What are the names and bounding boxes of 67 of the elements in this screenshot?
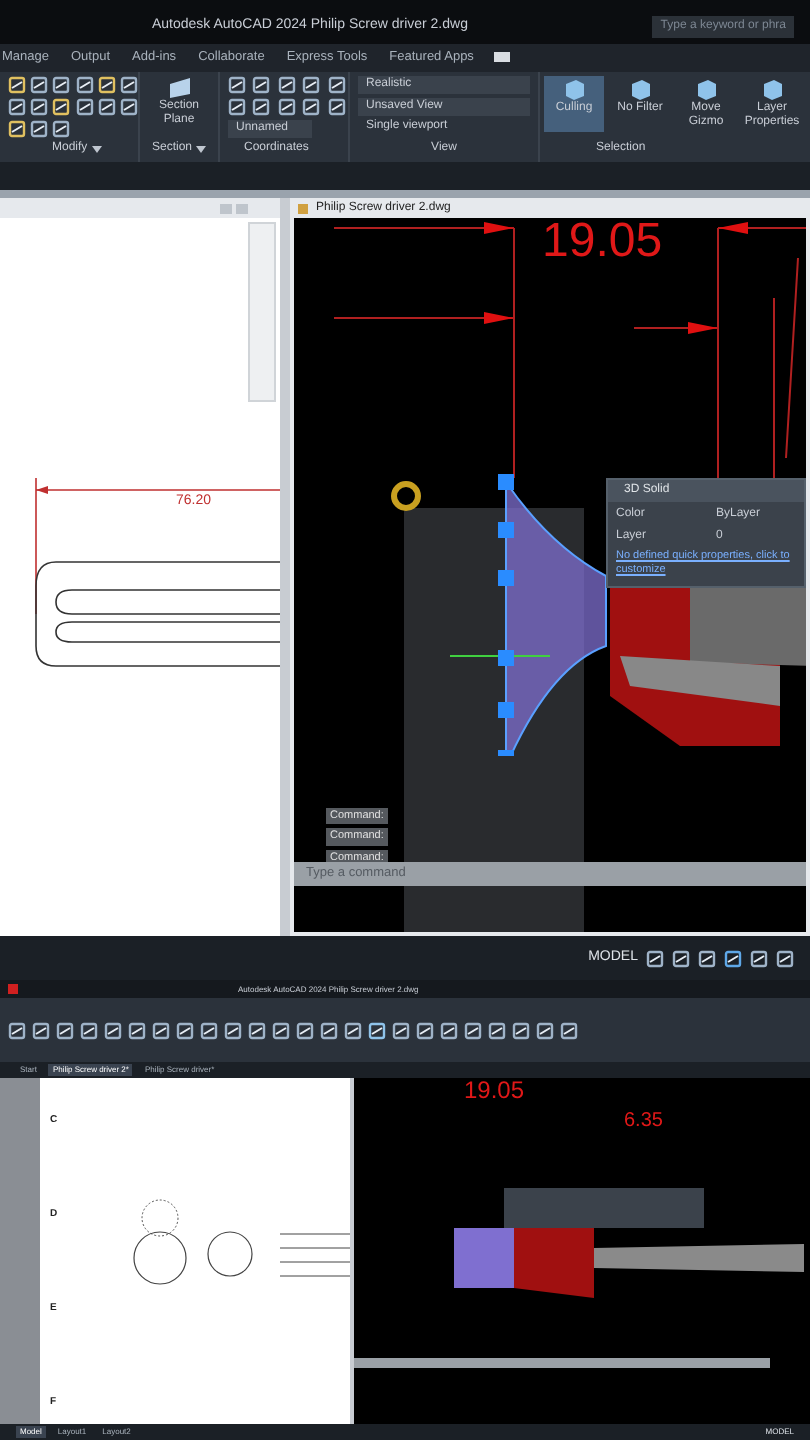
tool-icon[interactable] [646, 949, 664, 968]
tool-icon[interactable] [750, 949, 768, 968]
tool-icon[interactable] [368, 1021, 386, 1039]
tool-icon[interactable] [80, 1021, 98, 1039]
tool-icon[interactable] [119, 75, 138, 94]
tool-icon[interactable] [97, 97, 116, 116]
scrollbar[interactable] [248, 222, 276, 403]
tool-icon[interactable] [176, 1021, 194, 1039]
tool-icon[interactable] [52, 97, 71, 116]
caret-icon [196, 145, 206, 154]
tool-icon[interactable] [277, 97, 296, 116]
tool-icon[interactable] [698, 949, 716, 968]
tool-icon[interactable] [320, 1021, 338, 1039]
dimension-text: 19.05 [542, 218, 663, 267]
tool-icon[interactable] [52, 75, 71, 94]
tool-icon[interactable] [272, 1021, 290, 1039]
tool-icon[interactable] [344, 1021, 362, 1039]
tool-icon[interactable] [302, 75, 321, 94]
tool-icon[interactable] [128, 1021, 146, 1039]
tool-icon[interactable] [536, 1021, 554, 1039]
file-icon [298, 203, 308, 214]
tool-icon[interactable] [327, 75, 346, 94]
tool-icon[interactable] [296, 1021, 314, 1039]
tool-icon[interactable] [30, 97, 49, 116]
tool-icon[interactable] [672, 949, 690, 968]
tool-icon[interactable] [52, 119, 71, 138]
tool-icon[interactable] [200, 1021, 218, 1039]
tool-icon[interactable] [327, 97, 346, 116]
tool-icon[interactable] [416, 1021, 434, 1039]
tool-icon[interactable] [32, 1021, 50, 1039]
tool-icon[interactable] [30, 75, 49, 94]
tool-icon[interactable] [119, 97, 138, 116]
cube-icon [562, 77, 586, 102]
cube-icon [628, 77, 652, 102]
tool-icon[interactable] [8, 75, 26, 94]
tool-icon[interactable] [104, 1021, 122, 1039]
ribbon-menu-icon[interactable] [493, 52, 510, 63]
tool-icon[interactable] [56, 1021, 74, 1039]
tool-icon[interactable] [252, 75, 271, 94]
tool-icon[interactable] [75, 75, 93, 94]
tool-icon[interactable] [8, 119, 26, 138]
tool-icon[interactable] [224, 1021, 242, 1039]
caret-icon [91, 145, 102, 154]
tool-icon[interactable] [560, 1021, 578, 1039]
tool-icon[interactable] [228, 75, 246, 94]
tool-icon[interactable] [8, 1021, 26, 1039]
tool-icon[interactable] [97, 75, 116, 94]
tool-icon[interactable] [392, 1021, 410, 1039]
tool-icon[interactable] [8, 97, 26, 116]
tool-icon[interactable] [248, 1021, 266, 1039]
tool-icon[interactable] [302, 97, 321, 116]
tool-icon[interactable] [724, 949, 742, 968]
tool-icon[interactable] [152, 1021, 170, 1039]
tool-icon[interactable] [440, 1021, 458, 1039]
tool-icon[interactable] [464, 1021, 482, 1039]
dimension-text: 6.35 [624, 1108, 663, 1136]
tool-icon[interactable] [488, 1021, 506, 1039]
tool-icon[interactable] [512, 1021, 530, 1039]
tool-icon[interactable] [252, 97, 271, 116]
tool-icon[interactable] [776, 949, 794, 968]
tool-icon[interactable] [277, 75, 296, 94]
tool-icon[interactable] [75, 97, 93, 116]
tool-icon[interactable] [30, 119, 49, 138]
dimension-text: 19.05 [464, 1078, 525, 1102]
cube-icon [694, 77, 718, 102]
cube-icon [760, 77, 784, 102]
tool-icon[interactable] [228, 97, 246, 116]
